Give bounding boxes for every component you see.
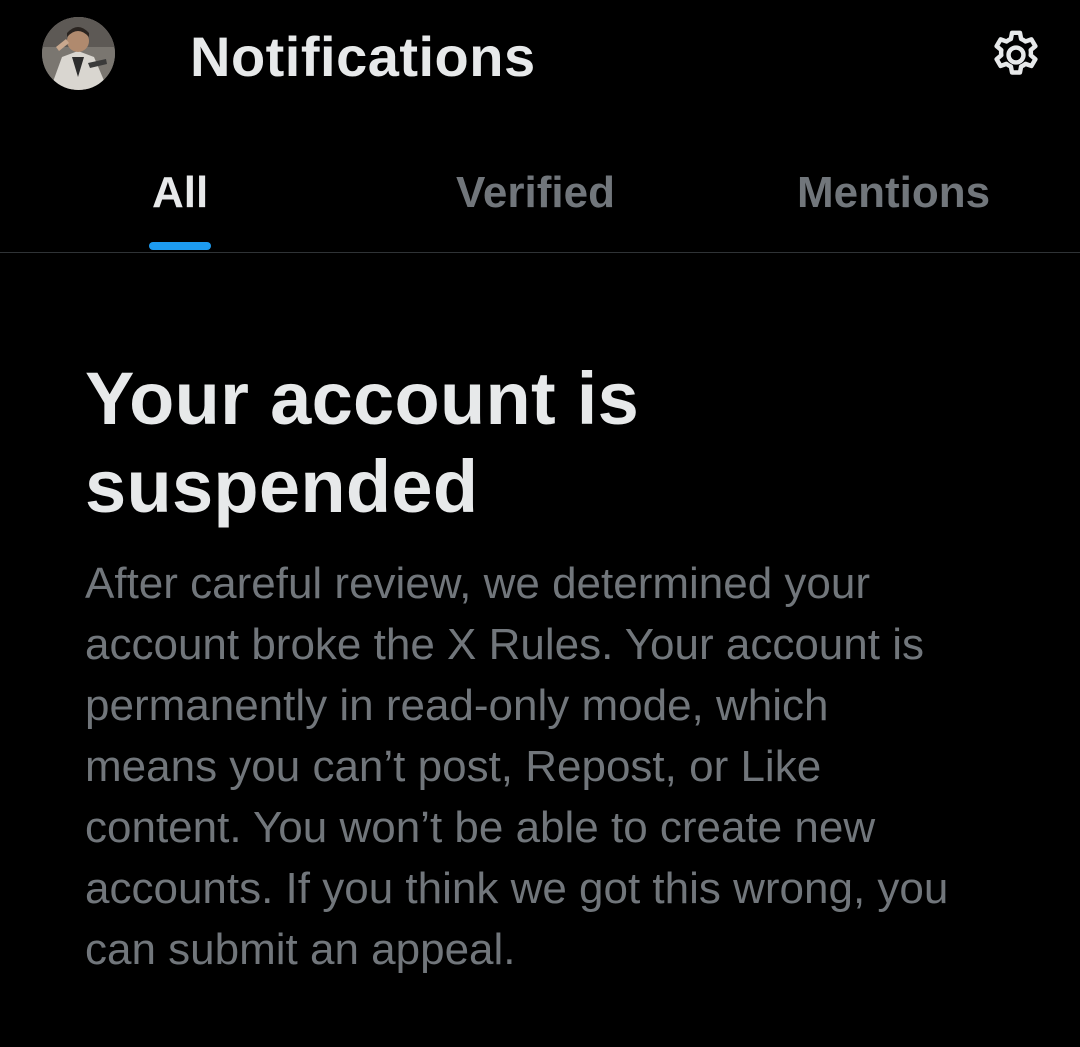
tab-mentions[interactable]: Mentions	[797, 165, 1007, 252]
notice-headline: Your account is suspended	[85, 357, 640, 528]
tab-all[interactable]: All	[152, 165, 212, 252]
notice-body: After careful review, we determined your…	[85, 559, 949, 974]
user-avatar-icon	[42, 17, 115, 90]
page-title: Notifications	[190, 25, 536, 88]
gear-icon	[994, 30, 1038, 75]
settings-button[interactable]	[985, 24, 1047, 86]
tab-mentions-label: Mentions	[797, 168, 991, 217]
top-bar: Notifications	[0, 0, 1080, 115]
tab-verified-label: Verified	[456, 168, 615, 217]
notification-tabs: All Verified Mentions	[0, 140, 1080, 253]
avatar[interactable]	[42, 17, 115, 90]
tab-all-label: All	[152, 168, 209, 217]
tab-verified[interactable]: Verified	[456, 165, 626, 252]
suspension-notice: Your account is suspended After careful …	[85, 355, 985, 980]
active-tab-indicator	[149, 242, 211, 250]
